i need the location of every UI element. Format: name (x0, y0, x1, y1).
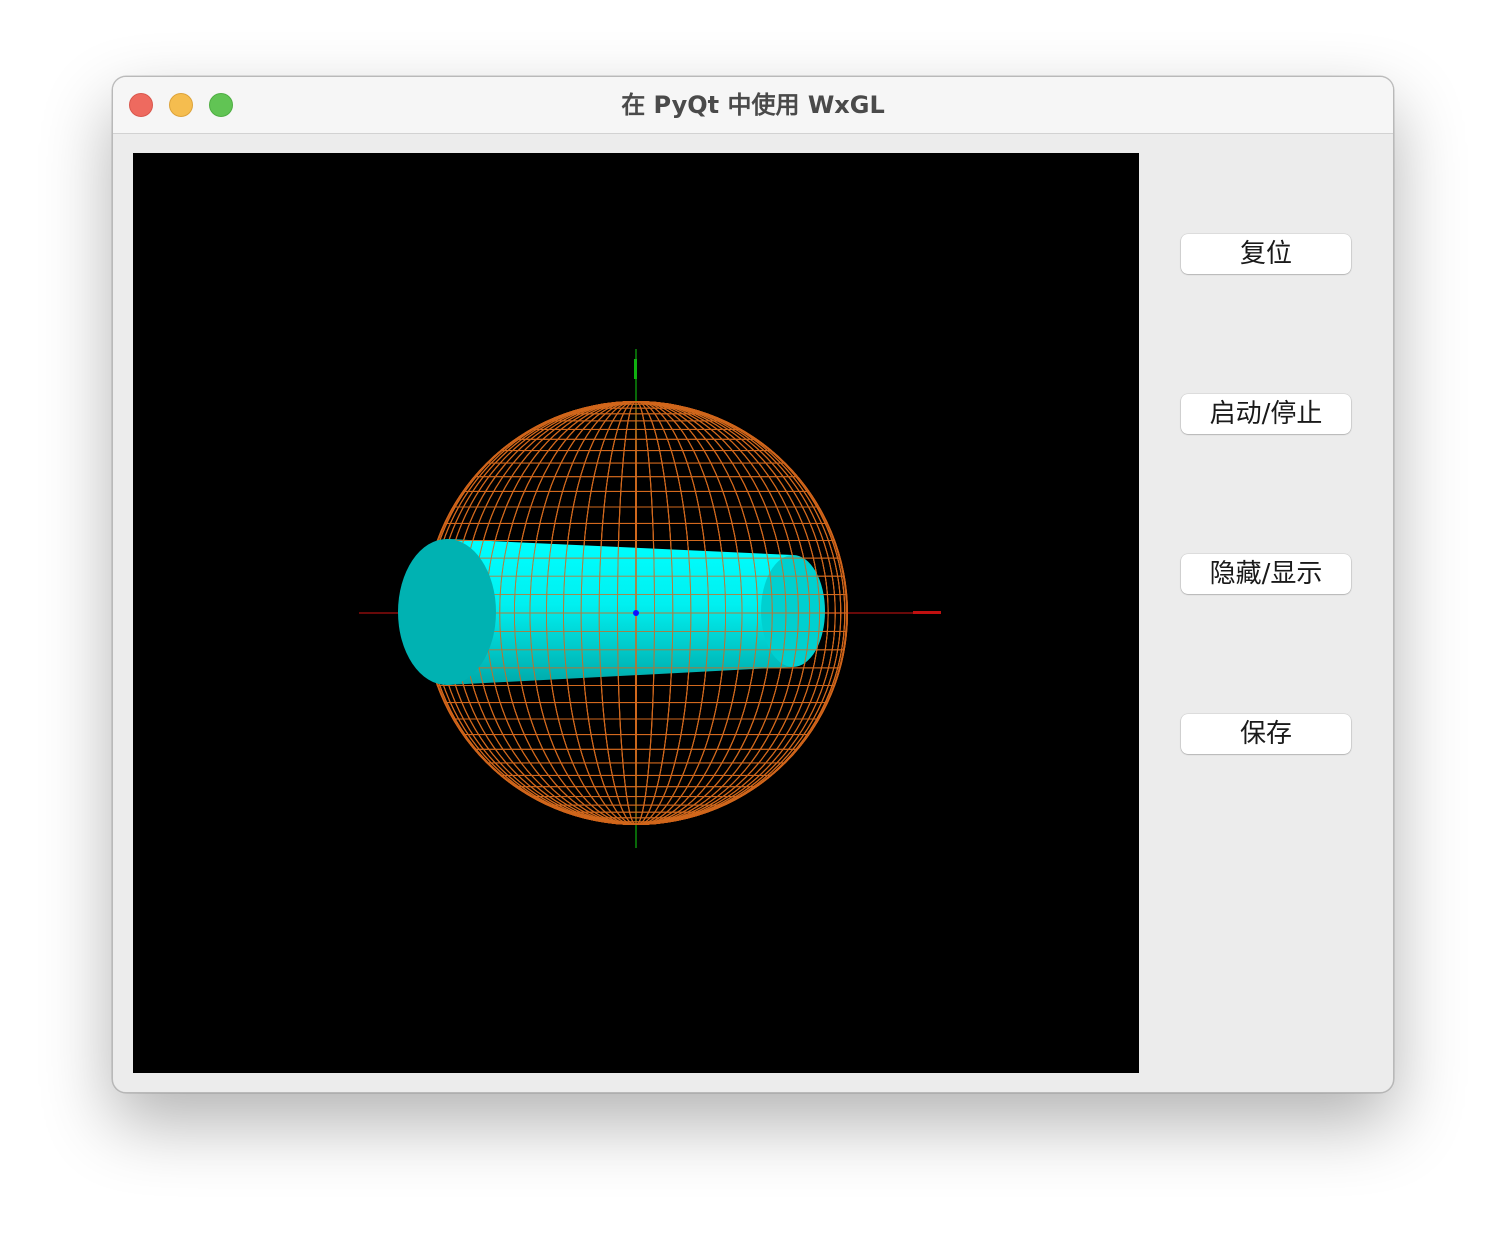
gl-canvas[interactable] (133, 153, 1139, 1073)
title-bar: 在 PyQt 中使用 WxGL (113, 77, 1393, 134)
save-button[interactable]: 保存 (1181, 714, 1351, 754)
start-stop-button[interactable]: 启动/停止 (1181, 394, 1351, 434)
cylinder-near-cap (398, 539, 496, 685)
origin-point (633, 610, 639, 616)
reset-button[interactable]: 复位 (1181, 234, 1351, 274)
app-window: 在 PyQt 中使用 WxGL 复位 启动/停止 隐藏/显示 保存 (112, 76, 1394, 1093)
cylinder-body (447, 539, 811, 685)
x-axis-tip (913, 611, 941, 614)
window-title: 在 PyQt 中使用 WxGL (621, 91, 885, 119)
y-axis-tip (634, 359, 637, 379)
scene-svg (359, 349, 941, 848)
hide-show-button[interactable]: 隐藏/显示 (1181, 554, 1351, 594)
